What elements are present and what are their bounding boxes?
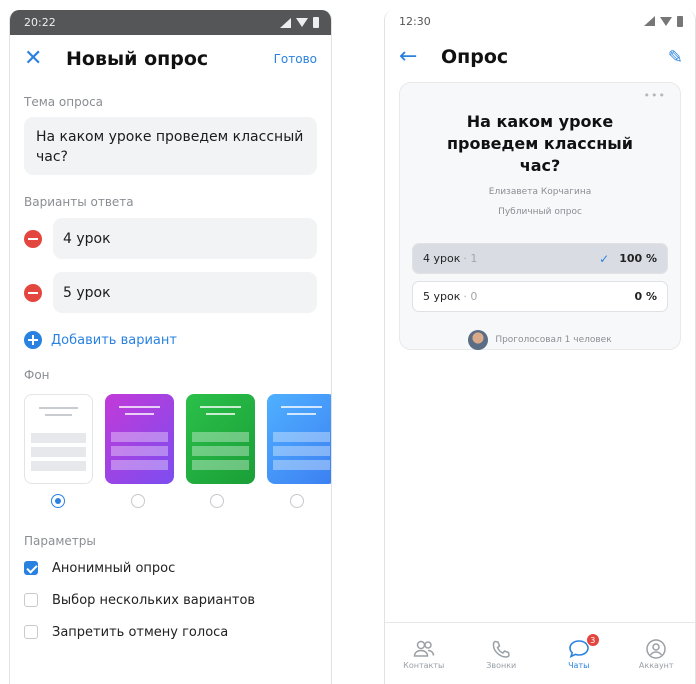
phone-icon xyxy=(491,637,511,661)
bottom-tab-bar: Контакты Звонки 3 Чаты Аккаунт xyxy=(385,622,695,684)
wifi-icon xyxy=(660,16,672,26)
checkbox[interactable] xyxy=(24,561,38,575)
page-title: Новый опрос xyxy=(66,48,209,70)
voted-check-icon: ✓ xyxy=(599,251,610,266)
background-radio[interactable] xyxy=(290,494,305,508)
poll-type: Публичный опрос xyxy=(498,207,582,217)
edit-pencil-icon[interactable]: ✎ xyxy=(668,47,683,68)
poll-option[interactable]: 5 урок · 0 0 % xyxy=(412,281,668,312)
answer-row: 4 урок xyxy=(24,218,317,259)
topic-label: Тема опроса xyxy=(24,95,104,109)
background-radios xyxy=(24,494,331,508)
param-label: Анонимный опрос xyxy=(52,560,176,576)
checkbox[interactable] xyxy=(24,625,38,639)
background-option-blue[interactable] xyxy=(267,394,331,484)
topic-input[interactable]: На каком уроке проведем классный час? xyxy=(24,117,317,175)
battery-icon xyxy=(313,17,319,28)
poll-option-label: 4 урок xyxy=(423,252,461,265)
checkbox[interactable] xyxy=(24,593,38,607)
params-label: Параметры xyxy=(24,534,96,548)
answer-row: 5 урок xyxy=(24,272,317,313)
background-radio[interactable] xyxy=(50,494,65,508)
add-option-label: Добавить вариант xyxy=(51,332,177,348)
background-label: Фон xyxy=(24,368,50,382)
poll-option[interactable]: 4 урок · 1 ✓ 100 % xyxy=(412,243,668,274)
wifi-icon xyxy=(296,18,308,27)
param-label: Выбор нескольких вариантов xyxy=(52,592,256,608)
answer-input[interactable]: 5 урок xyxy=(53,272,317,313)
tab-label: Контакты xyxy=(403,661,445,670)
poll-option-count: · 0 xyxy=(463,290,478,303)
tab-calls[interactable]: Звонки xyxy=(471,637,531,670)
chat-icon: 3 xyxy=(568,633,600,661)
answer-input[interactable]: 4 урок xyxy=(53,218,317,259)
battery-icon xyxy=(677,15,683,27)
more-icon[interactable]: ••• xyxy=(644,89,666,102)
voters-text: Проголосовал 1 человек xyxy=(495,335,612,345)
poll-question: На каком уроке проведем классный час? xyxy=(447,112,633,175)
poll-option-percent: 0 % xyxy=(634,290,657,303)
signal-icon xyxy=(644,16,655,26)
tab-label: Чаты xyxy=(568,661,590,670)
contacts-icon xyxy=(413,637,435,661)
param-label: Запретить отмену голоса xyxy=(52,624,229,640)
status-bar: 20:22 xyxy=(10,10,331,35)
poll-author: Елизавета Корчагина xyxy=(488,187,592,197)
tab-account[interactable]: Аккаунт xyxy=(626,637,686,670)
remove-icon[interactable] xyxy=(24,229,42,248)
tab-label: Звонки xyxy=(486,661,517,670)
close-icon[interactable]: ✕ xyxy=(24,48,52,70)
account-icon xyxy=(645,637,667,661)
background-option-green[interactable] xyxy=(186,394,255,484)
param-forbid-revote[interactable]: Запретить отмену голоса xyxy=(24,616,317,648)
background-radio[interactable] xyxy=(210,494,225,508)
header: ✕ Новый опрос Готово xyxy=(10,35,331,83)
poll-option-count: · 1 xyxy=(463,252,478,265)
poll-option-label: 5 урок xyxy=(423,290,461,303)
status-time: 20:22 xyxy=(24,16,56,29)
avatar xyxy=(468,330,489,350)
header: ← Опрос ✎ xyxy=(385,32,695,82)
plus-icon xyxy=(24,331,42,349)
add-option-button[interactable]: Добавить вариант xyxy=(24,331,317,349)
tab-label: Аккаунт xyxy=(638,661,674,670)
poll-option-percent: 100 % xyxy=(619,252,657,265)
status-bar: 12:30 xyxy=(385,10,695,32)
background-option-white[interactable] xyxy=(24,394,93,484)
back-arrow-icon[interactable]: ← xyxy=(399,46,425,68)
background-radio[interactable] xyxy=(130,494,145,508)
voters-summary[interactable]: Проголосовал 1 человек xyxy=(400,330,680,350)
background-picker xyxy=(24,394,331,484)
poll-card: ••• На каком уроке проведем классный час… xyxy=(399,82,681,350)
remove-icon[interactable] xyxy=(24,283,42,302)
poll-view-screen: 12:30 ← Опрос ✎ ••• На каком уроке прове… xyxy=(384,10,696,684)
background-option-pink[interactable] xyxy=(105,394,174,484)
answers-label: Варианты ответа xyxy=(24,195,134,209)
param-anonymous[interactable]: Анонимный опрос xyxy=(24,552,317,584)
signal-icon xyxy=(280,17,291,28)
tab-chats[interactable]: 3 Чаты xyxy=(549,633,609,670)
done-button[interactable]: Готово xyxy=(274,52,317,66)
tab-contacts[interactable]: Контакты xyxy=(394,637,454,670)
unread-badge: 3 xyxy=(585,633,600,647)
new-poll-screen: 20:22 ✕ Новый опрос Готово Тема опроса Н… xyxy=(9,10,332,684)
param-multiple-choice[interactable]: Выбор нескольких вариантов xyxy=(24,584,317,616)
page-title: Опрос xyxy=(441,46,509,68)
status-time: 12:30 xyxy=(399,14,431,28)
